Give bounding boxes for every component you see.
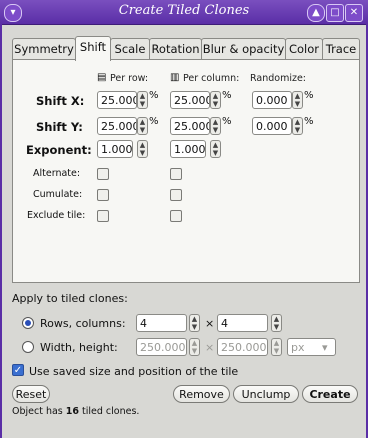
exponent-col-stepper[interactable]: ▲ ▼ (210, 140, 221, 158)
exponent-label: Exponent: (26, 143, 92, 157)
width-stepper[interactable]: ▲ ▼ (189, 338, 200, 356)
times-sign: × (205, 317, 215, 330)
alternate-row-checkbox[interactable] (97, 168, 109, 180)
exponent-col-input[interactable]: 1.000 (170, 140, 206, 158)
rows-columns-label: Rows, columns: (40, 317, 126, 330)
cumulate-row-checkbox[interactable] (97, 189, 109, 201)
shift-y-label: Shift Y: (36, 120, 83, 134)
per-row-icon: ▤ (97, 72, 107, 83)
percent-sign: % (222, 116, 232, 127)
status-suffix: tiled clones. (79, 406, 140, 417)
close-icon: ✕ (349, 7, 359, 18)
columns-stepper[interactable]: ▲ ▼ (271, 314, 282, 332)
shift-x-row-stepper[interactable]: ▲ ▼ (137, 91, 148, 109)
alternate-col-checkbox[interactable] (170, 168, 182, 180)
percent-sign: % (304, 116, 314, 127)
unit-select[interactable]: px ▾ (287, 338, 336, 356)
shift-y-rand-stepper[interactable]: ▲ ▼ (292, 117, 303, 135)
percent-sign: % (149, 90, 159, 101)
rows-input[interactable]: 4 (136, 314, 187, 332)
shift-x-rand-input[interactable]: 0.000 (252, 91, 292, 109)
columns-input[interactable]: 4 (217, 314, 268, 332)
exclude-tile-row-checkbox[interactable] (97, 210, 109, 222)
use-saved-checkbox[interactable]: ✓ (12, 364, 24, 376)
unclump-button[interactable]: Unclump (233, 385, 299, 403)
reset-button[interactable]: Reset (12, 385, 50, 403)
height-input[interactable]: 250.0000 (217, 338, 268, 356)
exclude-tile-label: Exclude tile: (27, 210, 86, 221)
shift-x-col-input[interactable]: 25.000 (170, 91, 210, 109)
status-prefix: Object has (12, 406, 66, 417)
shift-x-col-stepper[interactable]: ▲ ▼ (210, 91, 221, 109)
exclude-tile-col-checkbox[interactable] (170, 210, 182, 222)
percent-sign: % (222, 90, 232, 101)
percent-sign: % (304, 90, 314, 101)
width-height-label: Width, height: (40, 341, 118, 354)
shift-x-row-input[interactable]: 25.000 (97, 91, 137, 109)
tab-scale[interactable]: Scale (110, 38, 150, 59)
width-input[interactable]: 250.0000 (136, 338, 187, 356)
shift-y-col-stepper[interactable]: ▲ ▼ (210, 117, 221, 135)
apply-section-label: Apply to tiled clones: (12, 292, 128, 305)
minimize-icon: ▲ (312, 7, 320, 18)
maximize-icon: □ (330, 7, 340, 18)
percent-sign: % (149, 116, 159, 127)
shift-y-rand-input[interactable]: 0.000 (252, 117, 292, 135)
checkmark-icon: ✓ (13, 365, 23, 376)
times-sign: × (205, 341, 215, 354)
height-stepper[interactable]: ▲ ▼ (271, 338, 282, 356)
tab-shift[interactable]: Shift (75, 36, 111, 61)
rows-stepper[interactable]: ▲ ▼ (189, 314, 200, 332)
exponent-row-input[interactable]: 1.000 (97, 140, 133, 158)
exponent-row-stepper[interactable]: ▲ ▼ (137, 140, 148, 158)
close-button[interactable]: ✕ (345, 4, 363, 22)
rows-columns-radio[interactable] (22, 317, 34, 329)
use-saved-label: Use saved size and position of the tile (29, 365, 239, 378)
tab-rotation[interactable]: Rotation (149, 38, 202, 59)
randomize-header: Randomize: (250, 73, 307, 84)
per-row-header: Per row: (110, 73, 149, 84)
chevron-down-icon: ▾ (322, 341, 328, 354)
cumulate-col-checkbox[interactable] (170, 189, 182, 201)
unit-value: px (291, 341, 305, 354)
create-button[interactable]: Create (302, 385, 358, 403)
tab-blur-opacity[interactable]: Blur & opacity (201, 38, 286, 59)
shift-y-row-stepper[interactable]: ▲ ▼ (137, 117, 148, 135)
tab-trace[interactable]: Trace (322, 38, 360, 59)
remove-button[interactable]: Remove (173, 385, 230, 403)
cumulate-label: Cumulate: (33, 189, 83, 200)
tab-symmetry[interactable]: Symmetry (12, 38, 76, 59)
shift-x-label: Shift X: (36, 94, 85, 108)
per-column-icon: ▥ (170, 72, 180, 83)
alternate-label: Alternate: (33, 168, 81, 179)
shift-y-row-input[interactable]: 25.000 (97, 117, 137, 135)
minimize-button[interactable]: ▲ (307, 4, 325, 22)
shift-x-rand-stepper[interactable]: ▲ ▼ (292, 91, 303, 109)
status-count: 16 (65, 406, 80, 417)
tab-color[interactable]: Color (285, 38, 323, 59)
shift-y-col-input[interactable]: 25.000 (170, 117, 210, 135)
width-height-radio[interactable] (22, 341, 34, 353)
per-column-header: Per column: (183, 73, 240, 84)
maximize-button[interactable]: □ (326, 4, 344, 22)
status-text: Object has 16 tiled clones. (12, 406, 139, 417)
